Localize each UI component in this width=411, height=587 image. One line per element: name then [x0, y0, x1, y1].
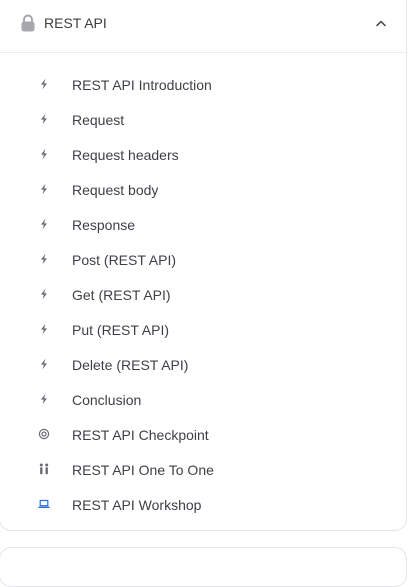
lesson-item[interactable]: Post (REST API) — [30, 245, 390, 275]
lock-icon — [21, 14, 35, 32]
lightning-icon — [41, 148, 47, 160]
lightning-icon — [41, 393, 47, 405]
lesson-label: Put (REST API) — [72, 322, 169, 338]
lesson-label: REST API Checkpoint — [72, 427, 209, 443]
lightning-icon — [41, 253, 47, 265]
lightning-icon — [41, 288, 47, 300]
lesson-label: REST API Workshop — [72, 497, 202, 513]
people-icon — [39, 463, 49, 475]
lesson-label: Delete (REST API) — [72, 357, 189, 373]
lesson-label: REST API One To One — [72, 462, 214, 478]
lesson-label: Conclusion — [72, 392, 142, 408]
lesson-label: Response — [72, 217, 136, 233]
lesson-label: Request — [72, 112, 125, 128]
lesson-label: REST API Introduction — [72, 77, 212, 93]
next-section-card[interactable] — [0, 547, 407, 587]
section-title: REST API — [44, 15, 107, 31]
lesson-label: Post (REST API) — [72, 252, 176, 268]
lesson-label: Get (REST API) — [72, 287, 171, 303]
section-header[interactable]: REST API — [0, 1, 408, 53]
lightning-icon — [41, 78, 47, 90]
lesson-item[interactable]: REST API One To One — [30, 455, 390, 485]
lightning-icon — [41, 358, 47, 370]
lightning-icon — [41, 113, 47, 125]
lightning-icon — [41, 218, 47, 230]
lesson-item[interactable]: REST API Workshop — [30, 490, 390, 520]
laptop-icon — [38, 499, 50, 508]
lesson-item[interactable]: Request — [30, 105, 390, 135]
lightning-icon — [41, 323, 47, 335]
target-icon — [38, 428, 50, 440]
lesson-item[interactable]: Put (REST API) — [30, 315, 390, 345]
lesson-item[interactable]: Get (REST API) — [30, 280, 390, 310]
lesson-item[interactable]: Response — [30, 210, 390, 240]
lightning-icon — [41, 183, 47, 195]
lesson-item[interactable]: Conclusion — [30, 385, 390, 415]
lesson-item[interactable]: REST API Introduction — [30, 70, 390, 100]
chevron-up-icon[interactable] — [374, 17, 388, 29]
lesson-item[interactable]: REST API Checkpoint — [30, 420, 390, 450]
lesson-item[interactable]: Delete (REST API) — [30, 350, 390, 380]
lesson-label: Request headers — [72, 147, 179, 163]
lesson-item[interactable]: Request headers — [30, 140, 390, 170]
lesson-item[interactable]: Request body — [30, 175, 390, 205]
lesson-label: Request body — [72, 182, 159, 198]
